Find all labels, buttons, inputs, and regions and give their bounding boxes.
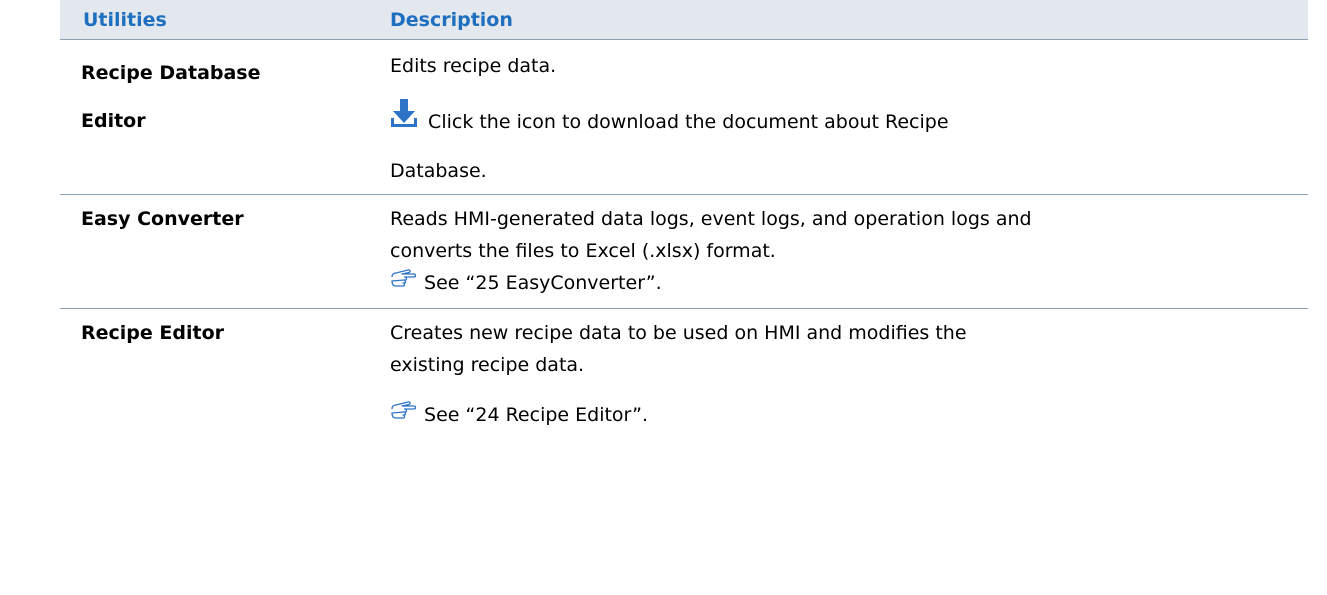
description-text: Edits recipe data. <box>390 55 557 77</box>
description-text-continued: existing recipe data. <box>390 354 585 376</box>
reference-text[interactable]: See “25 EasyConverter”. <box>424 272 662 294</box>
utility-name-continued: Editor <box>81 110 146 132</box>
table-row: Recipe Database Editor Edits recipe data… <box>60 40 1308 195</box>
table-row: Easy Converter Reads HMI-generated data … <box>60 195 1308 309</box>
utility-name: Easy Converter <box>81 208 244 230</box>
description-text-continued: Database. <box>390 160 487 182</box>
description-text: Reads HMI-generated data logs, event log… <box>390 208 1032 230</box>
description-reference-line: See “25 EasyConverter”. <box>390 266 662 300</box>
utility-name: Recipe Database <box>81 62 261 84</box>
column-header-utilities: Utilities <box>83 9 167 31</box>
utilities-table: Utilities Description Recipe Database Ed… <box>60 0 1308 469</box>
description-text-continued: converts the files to Excel (.xlsx) form… <box>390 240 776 262</box>
download-icon[interactable] <box>390 98 418 139</box>
reference-text[interactable]: See “24 Recipe Editor”. <box>424 404 648 426</box>
table-row: Recipe Editor Creates new recipe data to… <box>60 309 1308 469</box>
table-header: Utilities Description <box>60 0 1308 40</box>
pointing-hand-icon <box>390 266 418 300</box>
download-instruction: Click the icon to download the document … <box>428 111 949 133</box>
utility-name: Recipe Editor <box>81 322 224 344</box>
description-text: Creates new recipe data to be used on HM… <box>390 322 967 344</box>
description-download-line: Click the icon to download the document … <box>390 98 949 139</box>
description-reference-line: See “24 Recipe Editor”. <box>390 398 648 432</box>
column-header-description: Description <box>390 9 513 31</box>
pointing-hand-icon <box>390 398 418 432</box>
